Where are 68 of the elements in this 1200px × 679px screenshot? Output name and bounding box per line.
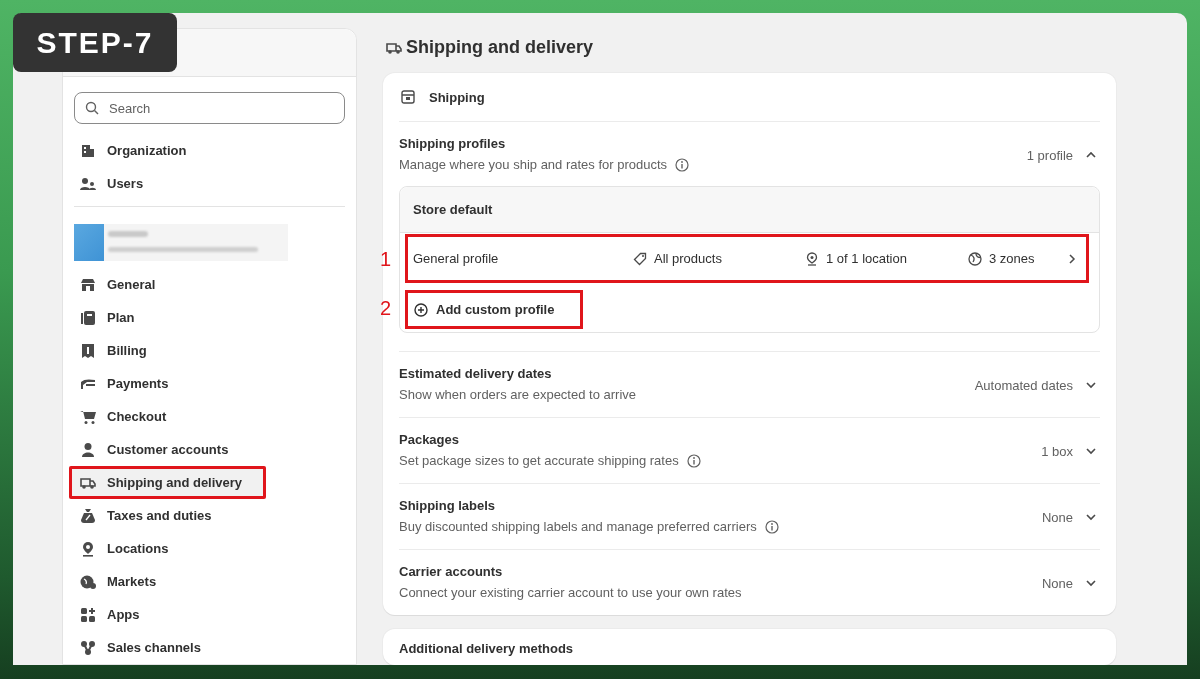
search-icon xyxy=(85,101,99,115)
expand-icon[interactable] xyxy=(1085,511,1097,523)
cart-icon xyxy=(80,408,96,425)
profile-row[interactable]: General profile All products 1 of 1 location 3 zones xyxy=(405,234,1089,283)
info-icon[interactable] xyxy=(675,158,690,172)
expand-icon[interactable] xyxy=(1085,379,1097,391)
sidebar-item[interactable]: Apps xyxy=(74,598,345,631)
users-icon xyxy=(80,175,96,192)
sidebar-item[interactable]: Sales channels xyxy=(74,631,345,664)
page-title: Shipping and delivery xyxy=(406,37,594,58)
search-field[interactable]: Search xyxy=(74,92,345,124)
info-icon[interactable] xyxy=(686,454,701,468)
sidebar-item[interactable]: Locations xyxy=(74,532,345,565)
expand-icon[interactable] xyxy=(1085,445,1097,457)
profile-zones: 3 zones xyxy=(989,251,1035,266)
chevron-right-icon xyxy=(1067,252,1077,265)
network-icon xyxy=(80,639,96,656)
profile-locations: 1 of 1 location xyxy=(826,251,907,266)
store-avatar xyxy=(74,224,104,261)
plus-circle-icon xyxy=(414,302,428,317)
sidebar-item[interactable]: Plan xyxy=(74,301,345,334)
section-description: Set package sizes to get accurate shipping rates xyxy=(399,452,679,470)
sidebar-item[interactable]: Taxes and duties xyxy=(74,499,345,532)
section-description: Connect your existing carrier account to use your own rates xyxy=(399,584,742,602)
info-icon[interactable] xyxy=(764,520,779,534)
section-title: Estimated delivery dates xyxy=(399,365,553,383)
profile-name: General profile xyxy=(413,251,500,266)
sidebar-item[interactable]: Checkout xyxy=(74,400,345,433)
section-value: None xyxy=(1041,509,1073,525)
sidebar-item[interactable]: Shipping and delivery xyxy=(69,466,266,499)
sidebar-item[interactable]: Markets xyxy=(74,565,345,598)
profile-products: All products xyxy=(654,251,722,266)
receipt-icon xyxy=(80,342,96,359)
section-description: Show when orders are expected to arrive xyxy=(399,386,636,404)
book-icon xyxy=(80,309,96,326)
sidebar-item[interactable]: Payments xyxy=(74,367,345,400)
sidebar-item[interactable]: Billing xyxy=(74,334,345,367)
card-title: Additional delivery methods xyxy=(399,640,575,658)
section-title: Shipping profiles xyxy=(399,135,507,153)
section-value: 1 profile xyxy=(1026,147,1073,163)
sidebar-item[interactable]: General xyxy=(74,268,345,301)
section-description: Manage where you ship and rates for products xyxy=(399,156,668,174)
group-title: Store default xyxy=(413,202,493,217)
section-value: 1 box xyxy=(1041,443,1073,459)
expand-icon[interactable] xyxy=(1085,577,1097,589)
step-number: 1 xyxy=(380,247,392,270)
add-profile-button[interactable]: Add custom profile xyxy=(405,290,583,329)
sidebar-item[interactable]: Organization xyxy=(74,134,345,167)
box-icon xyxy=(401,90,415,104)
apps-icon xyxy=(80,606,96,623)
sidebar-item[interactable]: Customer accounts xyxy=(74,433,345,466)
pin-icon xyxy=(80,540,96,557)
section-value: Automated dates xyxy=(974,377,1073,393)
section-title: Shipping labels xyxy=(399,497,497,515)
bag-icon xyxy=(80,507,96,524)
building-icon xyxy=(80,142,96,159)
card-title: Shipping xyxy=(429,89,485,105)
section-value: None xyxy=(1041,575,1073,591)
sidebar-item[interactable]: Users xyxy=(74,167,345,200)
section-title: Carrier accounts xyxy=(399,563,504,581)
person-icon xyxy=(80,441,96,458)
step-badge: STEP-7 xyxy=(13,13,177,72)
store-icon xyxy=(80,276,96,293)
step-number: 2 xyxy=(380,296,392,319)
section-title: Packages xyxy=(399,431,460,449)
tag-icon xyxy=(633,251,647,266)
pin-icon xyxy=(805,251,819,266)
section-description: Buy discounted shipping labels and manage preferred carriers xyxy=(399,518,757,536)
